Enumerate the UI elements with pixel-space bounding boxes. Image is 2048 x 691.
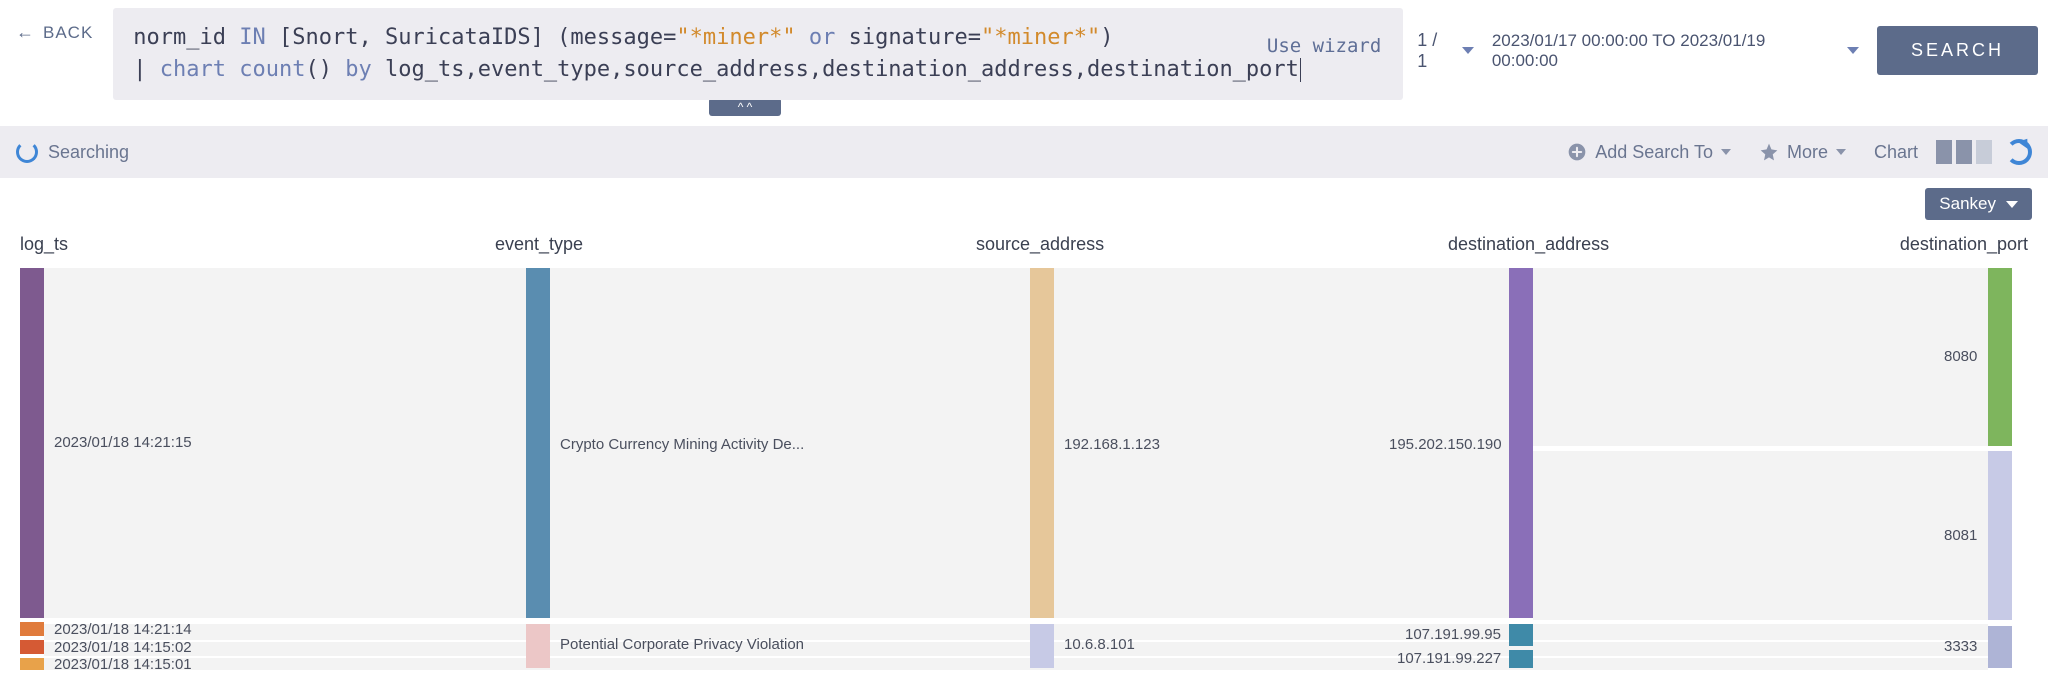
- sankey-node-src-main[interactable]: 192.168.1.123: [1030, 268, 1054, 618]
- node-label: 2023/01/18 14:15:02: [54, 639, 192, 656]
- chevron-down-icon: [1462, 47, 1474, 54]
- chevron-up-icon: ^ ^: [738, 100, 753, 114]
- chart-type-icons: [1936, 140, 1992, 164]
- query-text: [Snort, SuricataIDS] (message=: [266, 25, 677, 50]
- chart-type-icon[interactable]: [1976, 140, 1992, 164]
- node-label: 2023/01/18 14:21:15: [54, 434, 192, 451]
- time-range-label: 2023/01/17 00:00:00 TO 2023/01/19 00:00:…: [1492, 31, 1833, 71]
- query-keyword-by: by: [345, 57, 372, 82]
- query-text: (): [306, 57, 346, 82]
- sankey-selector[interactable]: Sankey: [1925, 188, 2032, 220]
- sankey-link: [44, 642, 1988, 656]
- column-header-src: source_address: [976, 234, 1104, 255]
- node-label: Potential Corporate Privacy Violation: [560, 636, 804, 653]
- search-status: Searching: [16, 141, 129, 163]
- back-button[interactable]: ← BACK: [10, 8, 99, 43]
- chevron-down-icon: [2006, 201, 2018, 208]
- query-string: "*miner*": [981, 25, 1100, 50]
- query-text: log_ts,event_type,source_address,destina…: [372, 57, 1299, 82]
- sankey-node-dst-main[interactable]: 195.202.150.190: [1509, 268, 1533, 618]
- chart-type-selector[interactable]: Chart: [1874, 140, 1992, 164]
- more-label: More: [1787, 142, 1828, 163]
- node-label: 107.191.99.227: [1397, 650, 1501, 667]
- sankey-node-src-b[interactable]: 10.6.8.101: [1030, 624, 1054, 668]
- node-label: 8081: [1944, 527, 1977, 544]
- search-status-label: Searching: [48, 142, 129, 163]
- page-selector[interactable]: 1 / 1: [1417, 30, 1474, 72]
- chart-label: Chart: [1874, 142, 1918, 163]
- sankey-node-port-3333[interactable]: 3333: [1988, 626, 2012, 668]
- node-label: 2023/01/18 14:15:01: [54, 656, 192, 673]
- query-text: norm_id: [133, 25, 239, 50]
- sankey-node-port-8080[interactable]: 8080: [1988, 268, 2012, 446]
- plus-circle-icon: [1567, 142, 1587, 162]
- query-keyword-or: or: [796, 25, 849, 50]
- column-header-event: event_type: [495, 234, 583, 255]
- query-expand-wrap: ^ ^: [100, 98, 1390, 116]
- time-range-selector[interactable]: 2023/01/17 00:00:00 TO 2023/01/19 00:00:…: [1492, 31, 1859, 71]
- search-button[interactable]: SEARCH: [1877, 26, 2038, 75]
- chart-subtype-row: Sankey: [0, 178, 2048, 220]
- header-right-controls: 1 / 1 2023/01/17 00:00:00 TO 2023/01/19 …: [1417, 8, 2038, 75]
- node-label: 192.168.1.123: [1064, 436, 1160, 453]
- query-function: chart count: [160, 57, 306, 82]
- sankey-node-log-ts-main[interactable]: 2023/01/18 14:21:15: [20, 268, 44, 618]
- sankey-link: [44, 658, 1988, 670]
- star-icon: [1759, 142, 1779, 162]
- query-text: |: [133, 57, 160, 82]
- chevron-down-icon: [1847, 47, 1859, 54]
- sankey-node-log-ts-c[interactable]: 2023/01/18 14:15:01: [20, 658, 44, 670]
- query-text: ): [1100, 25, 1113, 50]
- sankey-link: [1533, 451, 1988, 620]
- sankey-node-dst-b[interactable]: 107.191.99.95: [1509, 624, 1533, 646]
- sankey-link: [44, 624, 1988, 640]
- node-label: Crypto Currency Mining Activity De...: [560, 436, 804, 453]
- add-search-label: Add Search To: [1595, 142, 1713, 163]
- sankey-node-event-main[interactable]: Crypto Currency Mining Activity De...: [526, 268, 550, 618]
- query-string: "*miner*": [676, 25, 795, 50]
- sankey-chart: log_ts event_type source_address destina…: [20, 234, 2028, 674]
- query-input[interactable]: norm_id IN [Snort, SuricataIDS] (message…: [113, 8, 1403, 100]
- pager-label: 1 / 1: [1417, 30, 1452, 72]
- node-label: 195.202.150.190: [1389, 436, 1502, 453]
- node-label: 8080: [1944, 348, 1977, 365]
- spinner-icon: [16, 141, 38, 163]
- sankey-node-dst-c[interactable]: 107.191.99.227: [1509, 650, 1533, 668]
- chevron-down-icon: [1721, 149, 1731, 155]
- sankey-label: Sankey: [1939, 194, 1996, 214]
- back-label: BACK: [43, 23, 93, 43]
- chart-type-icon[interactable]: [1936, 140, 1952, 164]
- sankey-node-log-ts-b[interactable]: 2023/01/18 14:15:02: [20, 640, 44, 654]
- node-label: 107.191.99.95: [1405, 626, 1501, 643]
- back-arrow-icon: ←: [16, 22, 35, 43]
- column-header-port: destination_port: [1900, 234, 2028, 255]
- expand-query-handle[interactable]: ^ ^: [709, 98, 781, 116]
- results-toolbar: Searching Add Search To More Chart: [0, 126, 2048, 178]
- sankey-node-port-8081[interactable]: 8081: [1988, 451, 2012, 620]
- sankey-node-event-b[interactable]: Potential Corporate Privacy Violation: [526, 624, 550, 668]
- chevron-down-icon: [1836, 149, 1846, 155]
- sankey-node-log-ts-a[interactable]: 2023/01/18 14:21:14: [20, 622, 44, 636]
- query-text: signature=: [849, 25, 981, 50]
- chart-type-icon[interactable]: [1956, 140, 1972, 164]
- more-button[interactable]: More: [1759, 142, 1846, 163]
- use-wizard-link[interactable]: Use wizard: [1267, 30, 1381, 62]
- top-bar: ← BACK norm_id IN [Snort, SuricataIDS] (…: [0, 0, 2048, 100]
- refresh-button[interactable]: [2006, 139, 2032, 165]
- column-header-dst: destination_address: [1448, 234, 1609, 255]
- query-keyword-in: IN: [239, 25, 266, 50]
- node-label: 10.6.8.101: [1064, 636, 1135, 653]
- sankey-link: [1533, 268, 1988, 446]
- column-header-log-ts: log_ts: [20, 234, 68, 255]
- node-label: 2023/01/18 14:21:14: [54, 621, 192, 638]
- add-search-to-button[interactable]: Add Search To: [1567, 142, 1731, 163]
- node-label: 3333: [1944, 638, 1977, 655]
